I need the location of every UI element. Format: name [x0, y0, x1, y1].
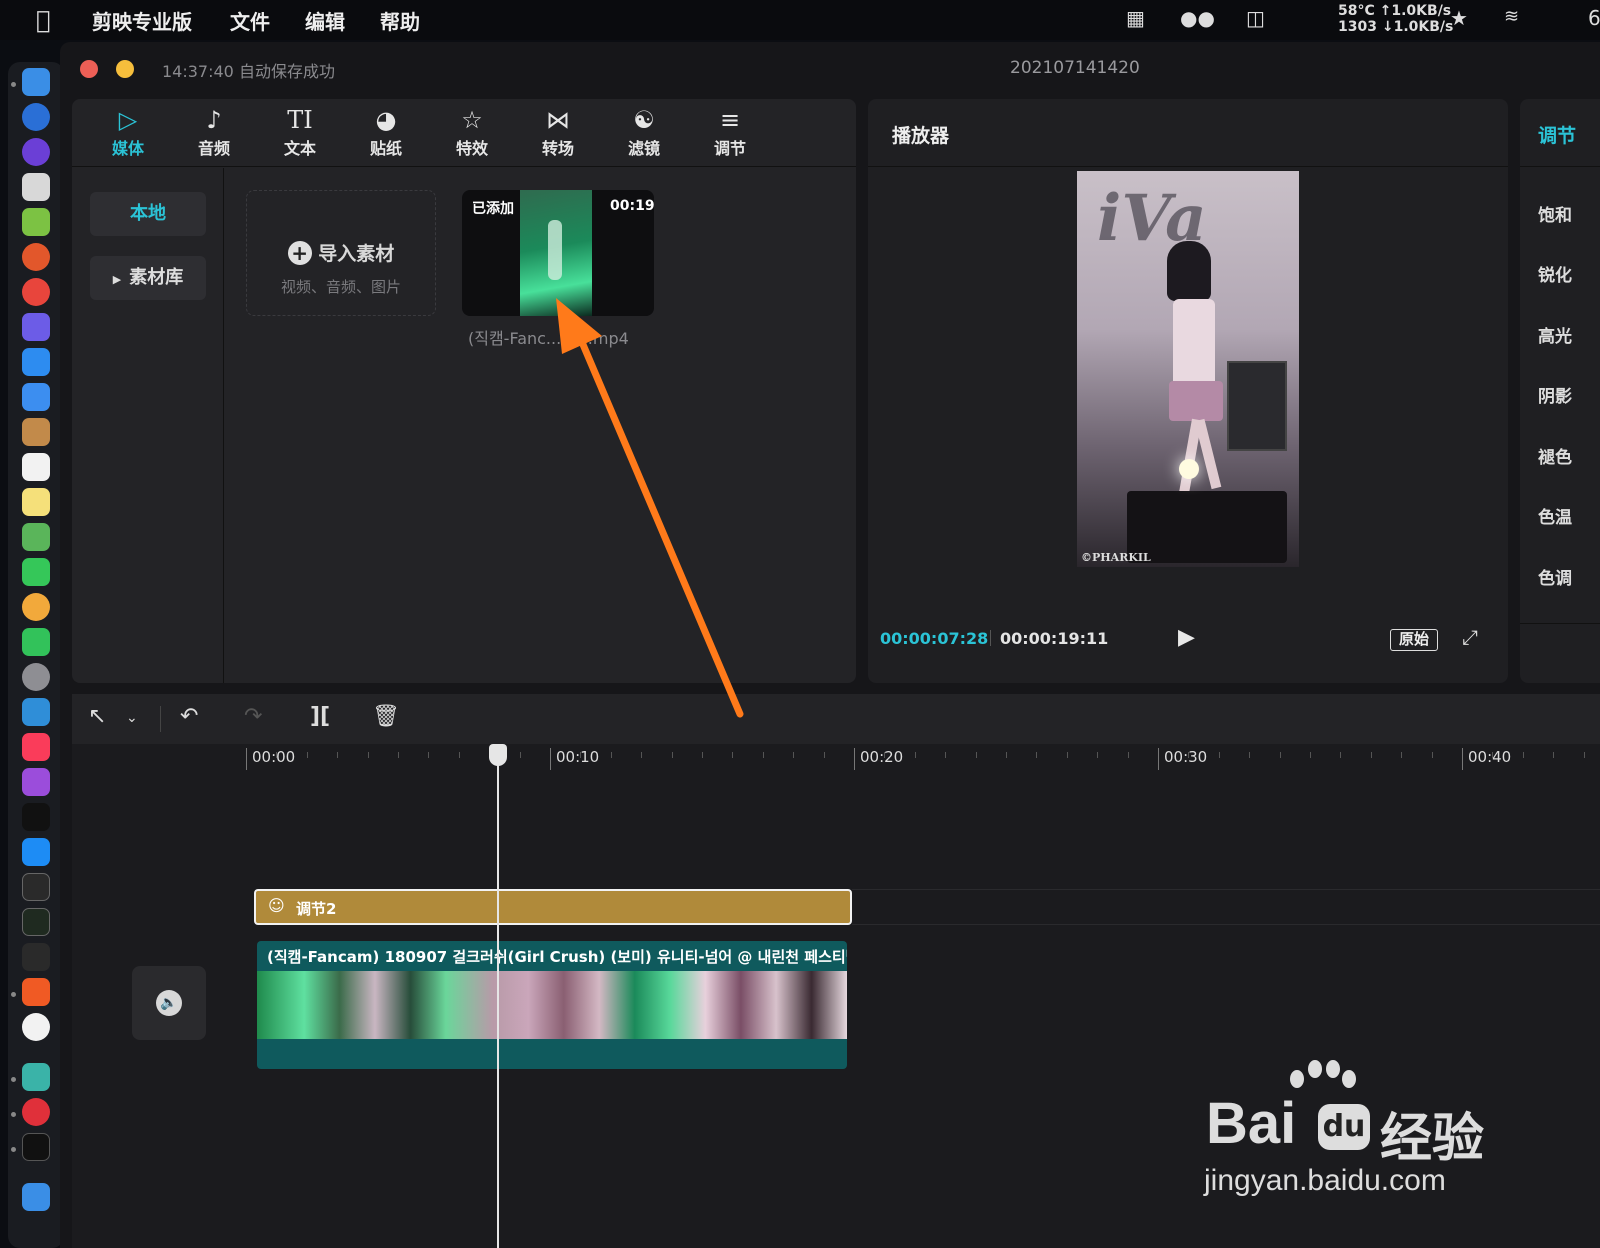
paw-icon [1290, 1060, 1356, 1104]
du-logo-icon: du [1318, 1104, 1370, 1150]
baidu-brand: Bai [1206, 1091, 1297, 1156]
jingyan-brand: 经验 [1380, 1109, 1485, 1169]
baidu-jingyan-watermark: Bai du 经验 jingyan.baidu.com [1200, 1060, 1500, 1210]
watermark-url: jingyan.baidu.com [1204, 1164, 1446, 1197]
